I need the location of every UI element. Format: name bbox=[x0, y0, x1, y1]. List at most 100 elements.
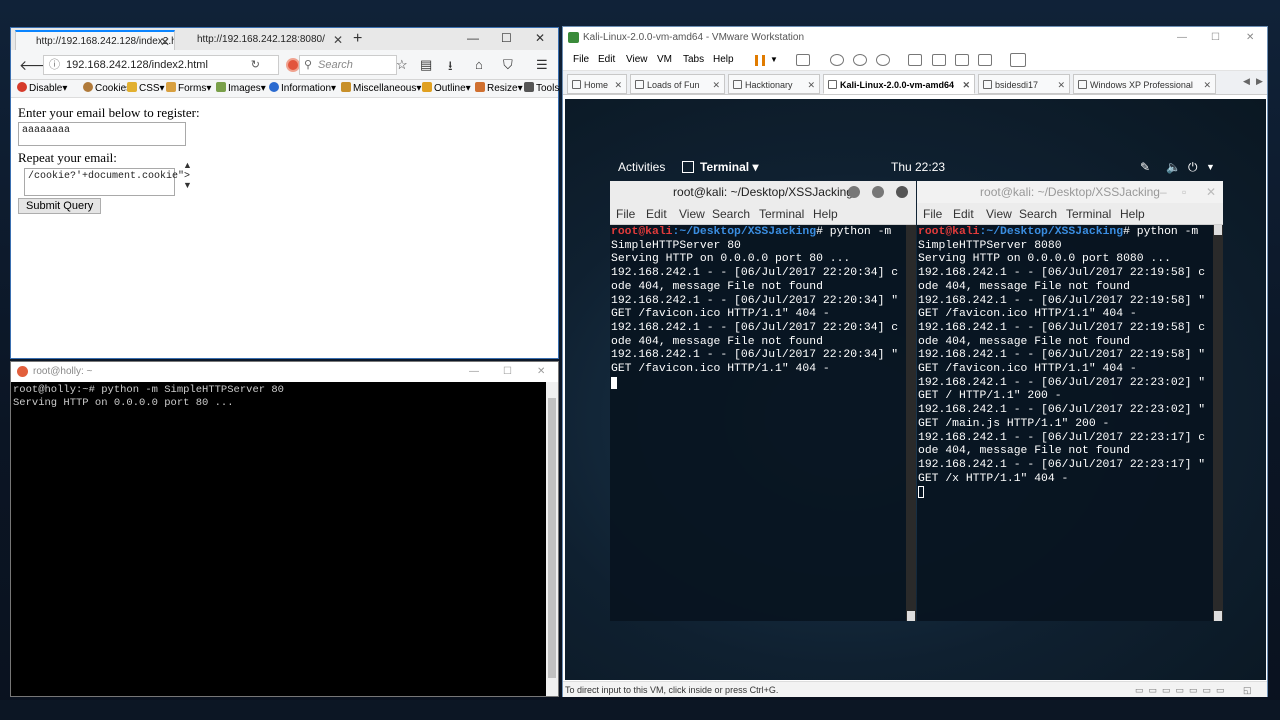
terminal-output[interactable]: root@holly:~# python -m SimpleHTTPServer… bbox=[11, 382, 558, 412]
dev-css[interactable]: CSS▾ bbox=[127, 82, 165, 94]
scrollbar[interactable] bbox=[1213, 225, 1223, 621]
device-icons[interactable]: ▭▭▭▭▭▭▭ bbox=[1135, 682, 1230, 698]
menu-view[interactable]: View bbox=[626, 49, 648, 71]
scrollbar[interactable] bbox=[906, 225, 916, 621]
unity-icon[interactable] bbox=[978, 54, 992, 66]
library-icon[interactable] bbox=[908, 54, 922, 66]
bookmark-star-icon[interactable]: ☆ bbox=[396, 57, 408, 73]
close-tab-icon[interactable]: ✕ bbox=[1203, 75, 1211, 93]
clipboard-icon[interactable]: ▤ bbox=[420, 57, 432, 73]
dev-miscellaneous[interactable]: Miscellaneous▾ bbox=[341, 82, 421, 94]
dev-information[interactable]: Information▾ bbox=[269, 82, 336, 94]
tab-scroll-right-icon[interactable]: ▶ bbox=[1256, 76, 1263, 87]
menu-vm[interactable]: VM bbox=[657, 49, 672, 71]
menu-terminal[interactable]: Terminal bbox=[1066, 203, 1111, 225]
activities-button[interactable]: Activities bbox=[618, 156, 665, 178]
close-tab-icon[interactable]: ✕ bbox=[962, 75, 970, 93]
kali-terminal-left[interactable]: root@kali: ~/Desktop/XSSJacking File Edi… bbox=[610, 181, 916, 621]
new-tab-button[interactable]: + bbox=[353, 30, 362, 48]
menu-edit[interactable]: Edit bbox=[646, 203, 667, 225]
menu-search[interactable]: Search bbox=[1019, 203, 1057, 225]
send-keys-icon[interactable] bbox=[796, 54, 810, 66]
menu-edit[interactable]: Edit bbox=[598, 49, 615, 71]
close-icon[interactable]: ✕ bbox=[1206, 181, 1216, 203]
menu-help[interactable]: Help bbox=[813, 203, 838, 225]
vm-tab-loads-of-fun[interactable]: Loads of Fun ✕ bbox=[630, 74, 725, 94]
power-icon[interactable]: ⏻ bbox=[1188, 156, 1198, 178]
vm-display[interactable]: Activities Terminal ▾ Thu 22:23 ✎ 🔈 ⏻ ▼ … bbox=[565, 99, 1266, 680]
pocket-icon[interactable]: ⛉ bbox=[503, 57, 513, 73]
minimize-icon[interactable]: – bbox=[1160, 181, 1167, 203]
tab-index2[interactable]: http://192.168.242.128/index2.ht ✕ bbox=[15, 30, 175, 52]
menu-view[interactable]: View bbox=[986, 203, 1012, 225]
close-tab-icon[interactable]: ✕ bbox=[333, 30, 343, 50]
revert-snapshot-icon[interactable] bbox=[853, 54, 867, 66]
dev-outline[interactable]: Outline▾ bbox=[422, 82, 471, 94]
vm-tab-hacktionary[interactable]: Hacktionary ✕ bbox=[728, 74, 820, 94]
app-menu[interactable]: Terminal ▾ bbox=[700, 156, 758, 178]
minimize-icon[interactable] bbox=[848, 186, 860, 198]
url-bar[interactable]: ⓘ 192.168.242.128/index2.html ↻ bbox=[43, 55, 300, 75]
email-field[interactable]: aaaaaaaa bbox=[18, 122, 186, 146]
home-icon[interactable]: ⌂ bbox=[475, 57, 483, 72]
download-icon[interactable]: ⭳ bbox=[448, 57, 453, 79]
menu-search[interactable]: Search bbox=[712, 203, 750, 225]
menu-file[interactable]: File bbox=[923, 203, 942, 225]
pen-icon[interactable]: ✎ bbox=[1140, 156, 1150, 178]
clock[interactable]: Thu 22:23 bbox=[891, 156, 945, 178]
maximize-icon[interactable] bbox=[872, 186, 884, 198]
scrollbar-thumb[interactable] bbox=[548, 398, 556, 678]
repeat-email-field[interactable]: /cookie?'+document.cookie"> bbox=[24, 168, 190, 196]
close-tab-icon[interactable]: ✕ bbox=[1057, 75, 1065, 93]
tab-scroll-left-icon[interactable]: ◀ bbox=[1243, 76, 1250, 87]
menu-terminal[interactable]: Terminal bbox=[759, 203, 804, 225]
kali-terminal-right[interactable]: root@kali: ~/Desktop/XSSJacking – ▫ ✕ Fi… bbox=[917, 181, 1223, 621]
terminal-output[interactable]: root@kali:~/Desktop/XSSJacking# python -… bbox=[917, 225, 1223, 503]
dev-resize[interactable]: Resize▾ bbox=[475, 82, 523, 94]
menu-help[interactable]: Help bbox=[1120, 203, 1145, 225]
vm-tab-kali[interactable]: Kali-Linux-2.0.0-vm-amd64 ✕ bbox=[823, 74, 975, 94]
menu-edit[interactable]: Edit bbox=[953, 203, 974, 225]
close-tab-icon[interactable]: ✕ bbox=[712, 75, 720, 93]
close-icon[interactable]: ✕ bbox=[537, 362, 545, 382]
fit-guest-icon[interactable]: ◱ bbox=[1243, 682, 1252, 698]
menu-file[interactable]: File bbox=[616, 203, 635, 225]
dev-images[interactable]: Images▾ bbox=[216, 82, 266, 94]
minimize-icon[interactable]: — bbox=[467, 31, 479, 45]
terminal-output[interactable]: root@kali:~/Desktop/XSSJacking# python -… bbox=[610, 225, 916, 393]
maximize-icon[interactable]: ☐ bbox=[501, 31, 512, 45]
menu-view[interactable]: View bbox=[679, 203, 705, 225]
search-input[interactable]: ⚲ Search bbox=[299, 55, 397, 75]
dev-forms[interactable]: Forms▾ bbox=[166, 82, 211, 94]
submit-button[interactable]: Submit Query bbox=[18, 198, 102, 214]
info-icon[interactable]: ⓘ bbox=[49, 56, 60, 74]
menu-file[interactable]: File bbox=[573, 49, 589, 71]
menu-tabs[interactable]: Tabs bbox=[683, 49, 704, 71]
scrollbar[interactable] bbox=[546, 382, 558, 696]
console-view-icon[interactable] bbox=[932, 54, 946, 66]
close-tab-icon[interactable]: ✕ bbox=[160, 32, 170, 52]
menu-icon[interactable]: ☰ bbox=[536, 57, 548, 73]
fullscreen-icon[interactable] bbox=[955, 54, 969, 66]
pause-icon[interactable] bbox=[755, 55, 765, 66]
scrollbar-thumb[interactable] bbox=[1214, 611, 1222, 621]
close-icon[interactable]: ✕ bbox=[1246, 27, 1254, 49]
system-menu-arrow-icon[interactable]: ▼ bbox=[1206, 156, 1215, 178]
maximize-icon[interactable]: ▫ bbox=[1182, 181, 1186, 203]
snapshot-manager-icon[interactable] bbox=[876, 54, 890, 66]
scrollbar-thumb[interactable] bbox=[1214, 225, 1222, 235]
snapshot-icon[interactable] bbox=[830, 54, 844, 66]
close-icon[interactable] bbox=[896, 186, 908, 198]
maximize-icon[interactable]: ☐ bbox=[503, 362, 512, 382]
vm-tab-home[interactable]: Home ✕ bbox=[567, 74, 627, 94]
dev-disable[interactable]: Disable▾ bbox=[17, 82, 67, 94]
volume-icon[interactable]: 🔈 bbox=[1166, 156, 1181, 178]
vm-tab-windows-xp[interactable]: Windows XP Professional ✕ bbox=[1073, 74, 1216, 94]
textarea-scroll-arrows[interactable]: ▲ ▼ bbox=[183, 160, 193, 192]
maximize-icon[interactable]: ☐ bbox=[1211, 27, 1220, 49]
dev-tools[interactable]: Tools bbox=[524, 82, 559, 94]
menu-help[interactable]: Help bbox=[713, 49, 734, 71]
reload-icon[interactable]: ↻ bbox=[251, 56, 260, 74]
minimize-icon[interactable]: — bbox=[1177, 27, 1187, 49]
thumbnail-view-icon[interactable] bbox=[1010, 53, 1026, 67]
